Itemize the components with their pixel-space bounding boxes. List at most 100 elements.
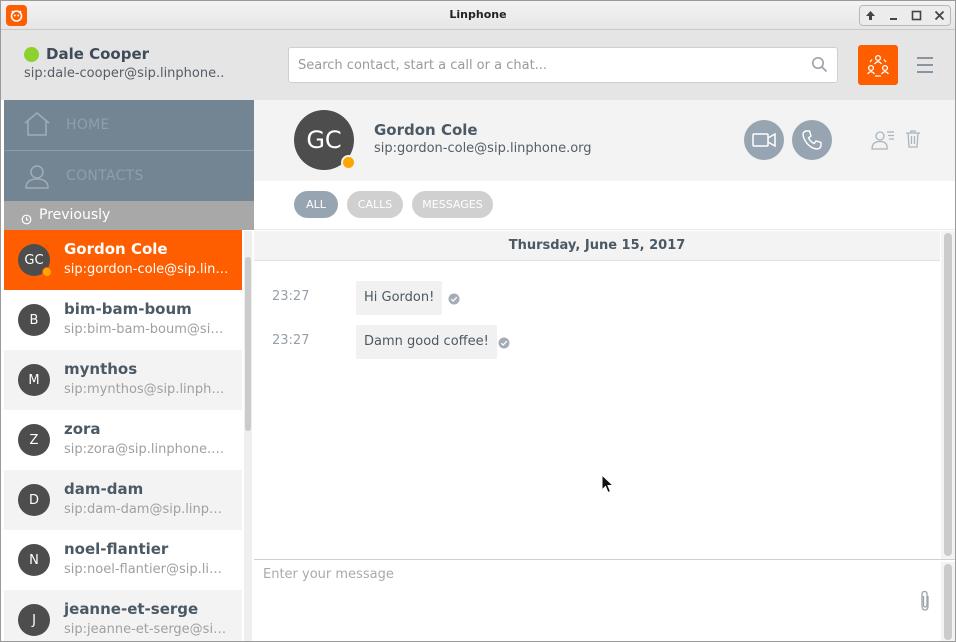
check-icon: [498, 334, 510, 353]
avatar-initials: N: [29, 552, 39, 568]
menu-icon[interactable]: [915, 55, 935, 75]
chat-message: 23:27 Hi Gordon!: [254, 281, 934, 317]
contact-name: bim-bam-boum: [64, 300, 192, 318]
previously-label: Previously: [39, 207, 111, 223]
contact-name: mynthos: [64, 360, 138, 378]
contact-sip: sip:gordon-cole@sip.linphone.org: [64, 262, 229, 277]
phone-icon: [802, 130, 822, 150]
linphone-window: Linphone Dale Cooper sip:dale-cooper@sip…: [0, 0, 956, 642]
message-list: 23:27 Hi Gordon! 23:27 Damn good coffee!: [254, 261, 940, 559]
avatar: GC: [18, 244, 52, 277]
message-time: 23:27: [272, 289, 310, 304]
trash-icon[interactable]: [905, 129, 921, 153]
avatar-initials: B: [29, 312, 39, 328]
contact-sip: sip:noel-flantier@sip.linphone.org: [64, 562, 229, 577]
composer-scrollbar-thumb[interactable]: [944, 564, 952, 640]
conversation-contact-name: Gordon Cole: [374, 121, 478, 139]
nav-contacts-label: CONTACTS: [66, 168, 144, 184]
conference-button[interactable]: [858, 45, 898, 85]
filter-calls-button[interactable]: CALLS: [347, 191, 403, 218]
avatar-initials: J: [32, 612, 36, 628]
contact-sip: sip:dam-dam@sip.linphone.org: [64, 502, 229, 517]
sidebar-scrollbar[interactable]: [244, 231, 252, 641]
message-bubble[interactable]: Damn good coffee!: [356, 325, 497, 359]
contact-sip: sip:bim-bam-boum@sip.linphone.org: [64, 322, 229, 337]
search-bar: [288, 47, 838, 83]
maximize-icon[interactable]: [907, 6, 926, 25]
presence-away-dot: [341, 155, 356, 170]
contact-name: jeanne-et-serge: [64, 600, 199, 618]
contact-name: zora: [64, 420, 101, 438]
message-composer: [254, 559, 955, 641]
nav-contacts[interactable]: CONTACTS: [4, 151, 254, 201]
conference-icon: [866, 54, 890, 77]
avatar-initials: D: [28, 492, 39, 508]
keep-above-icon[interactable]: [861, 6, 880, 25]
filter-all-button[interactable]: ALL: [294, 191, 338, 218]
contact-sip: sip:jeanne-et-serge@sip.linphone.org: [64, 622, 229, 637]
list-item[interactable]: Z zora sip:zora@sip.linphone.org: [4, 410, 242, 470]
avatar-initials: M: [28, 372, 40, 388]
mouse-pointer-icon: [601, 473, 615, 498]
contacts-icon: [23, 162, 51, 194]
avatar: M: [18, 364, 50, 396]
contact-sip: sip:zora@sip.linphone.org: [64, 442, 229, 457]
top-header: Dale Cooper sip:dale-cooper@sip.linphone…: [1, 30, 955, 100]
messages-scrollbar[interactable]: [941, 231, 955, 559]
avatar: N: [18, 544, 50, 576]
list-item[interactable]: B bim-bam-boum sip:bim-bam-boum@sip.linp…: [4, 290, 242, 350]
clock-icon: [21, 210, 32, 229]
video-camera-icon: [752, 132, 776, 148]
list-item[interactable]: GC Gordon Cole sip:gordon-cole@sip.linph…: [4, 230, 242, 290]
contact-avatar-initials: GC: [306, 126, 342, 154]
recent-contacts-list: GC Gordon Cole sip:gordon-cole@sip.linph…: [4, 230, 242, 641]
minimize-icon[interactable]: [884, 6, 903, 25]
composer-scrollbar[interactable]: [941, 562, 955, 641]
contact-name: dam-dam: [64, 480, 144, 498]
contact-sip: sip:mynthos@sip.linphone.org: [64, 382, 229, 397]
list-item[interactable]: M mynthos sip:mynthos@sip.linphone.org: [4, 350, 242, 410]
nav-home[interactable]: HOME: [4, 100, 254, 151]
message-input[interactable]: [254, 560, 934, 641]
search-icon: [811, 56, 828, 77]
audio-call-button[interactable]: [792, 120, 832, 160]
avatar: D: [18, 484, 50, 516]
avatar-initials: Z: [29, 432, 39, 448]
list-item[interactable]: D dam-dam sip:dam-dam@sip.linphone.org: [4, 470, 242, 530]
nav-home-label: HOME: [66, 117, 110, 133]
date-separator: Thursday, June 15, 2017: [254, 231, 940, 261]
avatar: Z: [18, 424, 50, 456]
contact-edit-icon[interactable]: [871, 129, 895, 155]
presence-away-dot: [42, 267, 52, 277]
avatar: B: [18, 304, 50, 336]
conversation-contact-sip: sip:gordon-cole@sip.linphone.org: [374, 141, 592, 156]
messages-scrollbar-thumb[interactable]: [944, 233, 952, 556]
message-bubble[interactable]: Hi Gordon!: [356, 281, 443, 315]
list-item[interactable]: N noel-flantier sip:noel-flantier@sip.li…: [4, 530, 242, 590]
sidebar: HOME CONTACTS Previously GC Gordon Cole …: [4, 100, 254, 641]
previously-header: Previously: [4, 201, 254, 230]
message-time: 23:27: [272, 333, 310, 348]
video-call-button[interactable]: [744, 120, 784, 160]
contact-name: Gordon Cole: [64, 240, 168, 258]
window-title: Linphone: [449, 8, 507, 21]
list-item[interactable]: J jeanne-et-serge sip:jeanne-et-serge@si…: [4, 590, 242, 641]
chat-message: 23:27 Damn good coffee!: [254, 325, 934, 361]
sidebar-scrollbar-thumb[interactable]: [245, 257, 251, 431]
presence-status-dot[interactable]: [24, 47, 39, 62]
contact-name: noel-flantier: [64, 540, 169, 558]
avatar: J: [18, 604, 50, 636]
conversation-header: GC Gordon Cole sip:gordon-cole@sip.linph…: [254, 100, 955, 181]
title-bar: Linphone: [1, 1, 955, 30]
filter-messages-button[interactable]: MESSAGES: [412, 191, 493, 218]
history-filters: ALL CALLS MESSAGES: [254, 181, 955, 230]
paperclip-icon[interactable]: [918, 590, 932, 616]
contact-avatar: GC: [294, 110, 356, 170]
account-sip-address[interactable]: sip:dale-cooper@sip.linphone....: [24, 66, 224, 81]
close-icon[interactable]: [930, 6, 949, 25]
avatar-initials: GC: [24, 252, 44, 268]
account-name[interactable]: Dale Cooper: [46, 45, 149, 63]
home-icon: [23, 111, 51, 141]
search-input[interactable]: [289, 48, 789, 82]
check-icon: [448, 290, 460, 309]
